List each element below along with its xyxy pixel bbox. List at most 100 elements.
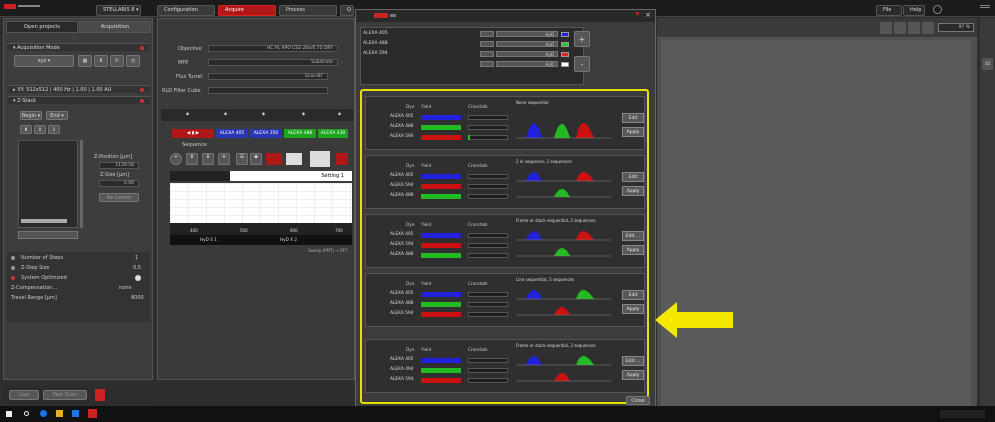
z-scrollbar[interactable] [80,140,83,228]
acquisition-mode-select[interactable]: xyz ▾ [14,55,74,67]
zoom-field[interactable]: 97 % [938,23,974,32]
z-button-2[interactable]: ⇕ [34,125,46,134]
graph-icon[interactable] [310,151,330,167]
apply-button[interactable]: Apply [622,370,644,380]
optimize-icon[interactable] [135,275,141,281]
z-slider-area[interactable] [18,140,78,228]
grid-icon[interactable]: ▦ [78,55,92,67]
setting-value[interactable]: 8000 [131,295,144,301]
rld-select[interactable] [208,87,328,94]
magnify-icon[interactable] [894,22,906,34]
3d-button[interactable]: 3D [982,58,993,70]
zoom-slider[interactable] [18,231,78,239]
dye-row[interactable]: ALEXA 405 HyD [363,30,581,38]
app-icon[interactable] [72,410,79,417]
channel-tab[interactable]: ALEXA 350 [250,129,282,138]
fit-icon[interactable] [922,22,934,34]
add-dye-button[interactable]: + [574,31,590,47]
sequential-icon[interactable] [266,153,282,165]
sequence-toggle[interactable]: ◀ ▮ ▶ [172,129,214,138]
stop-icon[interactable] [95,389,105,401]
sequence-option-card[interactable]: None sequential Dye Yield Crosstalk ALEXA 40… [365,96,645,150]
laser-icon[interactable]: ✶ [185,111,190,118]
red-icon[interactable] [336,153,348,165]
tab-acquisition[interactable]: Acquisition [79,21,151,33]
recenter-button[interactable]: Re-Center [99,193,139,202]
z-slider-handle[interactable] [21,219,67,223]
apply-button[interactable]: Apply [622,304,644,314]
setting-value[interactable]: none [119,285,131,291]
detector-select[interactable]: HyD [496,31,558,37]
zstack-section[interactable]: ▾ Z-Stack [7,96,150,104]
laser-icon[interactable]: ✶ [261,111,266,118]
color-swatch[interactable] [561,31,569,37]
arrow-icon[interactable]: ◆ [250,153,262,165]
channel-tab[interactable]: ALEXA 430 [318,129,348,138]
laser-icon[interactable]: ✶ [337,111,342,118]
tab-acquire[interactable]: Acquire [218,5,276,16]
sequence-option-card[interactable]: 2 in sequence, 2 sequences Dye Yield Crosst… [365,155,645,209]
live-button[interactable]: Live [9,390,39,400]
remove-dye-button[interactable]: - [574,56,590,72]
dye-select[interactable] [480,31,494,37]
dye-select[interactable] [480,41,494,47]
las-x-icon[interactable] [88,409,97,418]
fast-scan-button[interactable]: Fast Scan [43,390,87,400]
detector-select[interactable]: HyD [496,41,558,47]
detector-select[interactable]: HyD [496,61,558,67]
zsize-field[interactable]: 0.00 [99,180,139,187]
edit-button[interactable]: Edit ... [622,356,644,366]
viewer-canvas[interactable] [661,40,971,406]
z-button-1[interactable]: ⬍ [20,125,32,134]
dye-row[interactable]: ALEXA 488 HyD [363,40,581,48]
objective-select[interactable]: HC PL APO CS2 20x/0.75 DRY [208,45,338,52]
begin-button[interactable]: Begin ▾ [20,111,42,120]
dye-row[interactable]: ALEXA 594 HyD [363,50,581,58]
tab-process[interactable]: Process [279,5,337,16]
edit-button[interactable]: Edit [622,172,644,182]
windows-start-icon[interactable] [6,411,12,417]
channel-tab[interactable]: ALEXA 488 [284,129,316,138]
edit-button[interactable]: Edit [622,290,644,300]
detector-select[interactable]: HyD [496,51,558,57]
zpos-field[interactable]: 1129.58 [99,162,139,169]
sequence-option-card[interactable]: Line sequential, 3 sequences Dye Yield Cros… [365,273,645,327]
close-button[interactable]: Close [626,396,650,405]
color-swatch[interactable] [561,51,569,57]
layers-icon[interactable]: ☰ [236,153,248,165]
pen-icon[interactable] [880,22,892,34]
setting-tab[interactable]: Setting 1 [230,171,352,181]
menu-file[interactable]: File [876,5,902,16]
spectrum-icon[interactable] [286,153,302,165]
folder-icon[interactable] [56,410,63,417]
channel-tab[interactable]: ALEXA 405 [216,129,248,138]
dye-select[interactable] [480,61,494,67]
edit-button[interactable]: Edit ... [622,231,644,241]
flux-select[interactable]: Scan-BF [208,73,328,80]
dye-row[interactable]: HyD [363,60,581,68]
tab-configuration[interactable]: Configuration [157,5,215,16]
mfp-select[interactable]: Substrate [208,59,338,66]
refresh-icon[interactable]: ↻ [110,55,124,67]
download-icon[interactable]: ⬇ [94,55,108,67]
download-icon[interactable]: ⬇ [202,153,214,165]
laser-icon[interactable]: ✶ [223,111,228,118]
apply-button[interactable]: Apply [622,186,644,196]
stellaris-dropdown[interactable]: STELLARIS 8 ▾ [96,5,141,16]
tab-quantify[interactable]: Q [340,5,354,16]
sequence-option-card[interactable]: Frame or stack sequential, 3 sequences Dy… [365,339,645,393]
menu-help[interactable]: Help [903,5,925,16]
setting-value[interactable]: 0.5 [133,265,141,271]
close-icon[interactable]: × [645,11,651,19]
laser-icon[interactable]: ✶ [301,111,306,118]
browser-icon[interactable] [40,410,47,417]
acquisition-mode-section[interactable]: ▾ Acquisition Mode [7,43,150,51]
list-icon[interactable]: ≡ [218,153,230,165]
apply-button[interactable]: Apply [622,245,644,255]
edit-button[interactable]: Edit [622,113,644,123]
xy-section[interactable]: ▸ XY: 512x512 | 400 Hz | 1.00 | 1.00 AU [7,85,150,93]
crosshair-icon[interactable] [908,22,920,34]
z-button-3[interactable]: ⇳ [48,125,60,134]
setting-value[interactable]: 1 [135,255,138,261]
apply-button[interactable]: Apply [622,127,644,137]
